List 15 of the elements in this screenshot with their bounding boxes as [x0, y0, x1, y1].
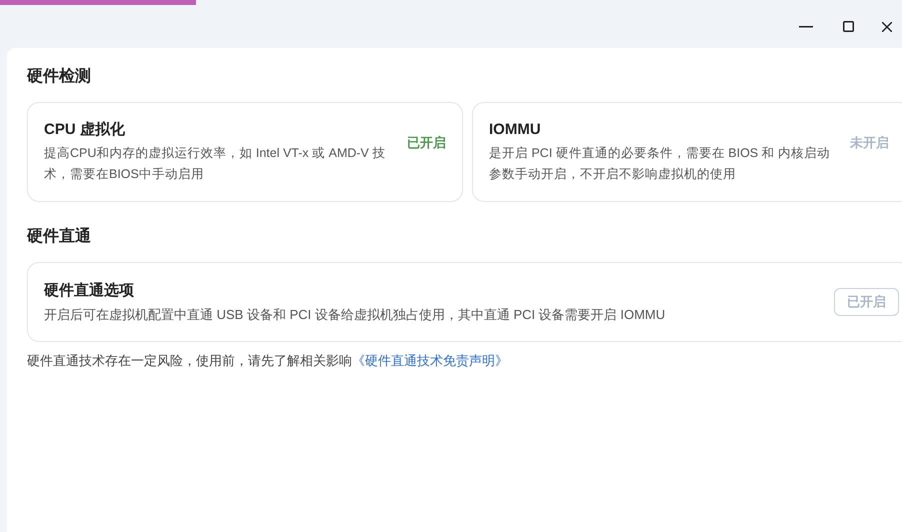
- status-label: 未开启: [850, 134, 889, 152]
- check-name: IOMMU: [489, 120, 542, 140]
- risk-notice: 硬件直通技术存在一定风险，使用前，请先了解相关影响: [27, 352, 352, 370]
- check-name: CPU 虚拟化: [44, 120, 126, 140]
- option-name: 硬件直通选项: [44, 280, 135, 300]
- maximize-icon: [842, 21, 854, 32]
- minimize-icon: [799, 26, 813, 28]
- disclaimer-link[interactable]: 《硬件直通技术免责声明》: [352, 351, 508, 370]
- close-icon: [882, 22, 892, 32]
- check-description: 是开启 PCI 硬件直通的必要条件，需要在 BIOS 和 内核启动参数手动开启，不开启不影响虚拟机的使用: [489, 145, 832, 184]
- check-description: 提高CPU和内存的虚拟运行效率，如 Intel VT-x 或 AMD-V 技术，需要在BIOS中手动启用: [44, 145, 386, 184]
- section-title: 硬件检测: [27, 66, 92, 87]
- status-label: 已开启: [407, 134, 446, 152]
- section-title: 硬件直通: [27, 226, 92, 247]
- option-description: 开启后可在虚拟机配置中直通 USB 设备和 PCI 设备给虚拟机独占使用，其中直通 PCI 设备需要开启 IOMMU: [44, 306, 666, 324]
